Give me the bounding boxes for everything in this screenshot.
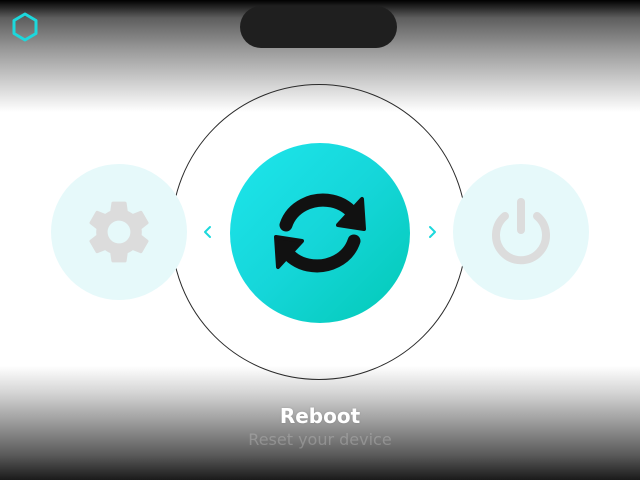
chevron-left-icon: [204, 226, 211, 238]
chevron-right-icon: [429, 226, 436, 238]
power-icon: [492, 198, 550, 265]
next-arrow-button[interactable]: [420, 220, 444, 244]
option-title: Reboot: [279, 404, 361, 428]
top-notch-pill: [240, 6, 397, 48]
hexagon-logo-icon: [12, 12, 38, 42]
settings-option[interactable]: [51, 164, 187, 300]
previous-arrow-button[interactable]: [196, 220, 220, 244]
refresh-icon: [274, 193, 366, 273]
gear-icon: [89, 201, 149, 263]
power-option[interactable]: [453, 164, 589, 300]
option-subtitle: Reset your device: [248, 430, 392, 449]
reboot-option[interactable]: [230, 143, 410, 323]
